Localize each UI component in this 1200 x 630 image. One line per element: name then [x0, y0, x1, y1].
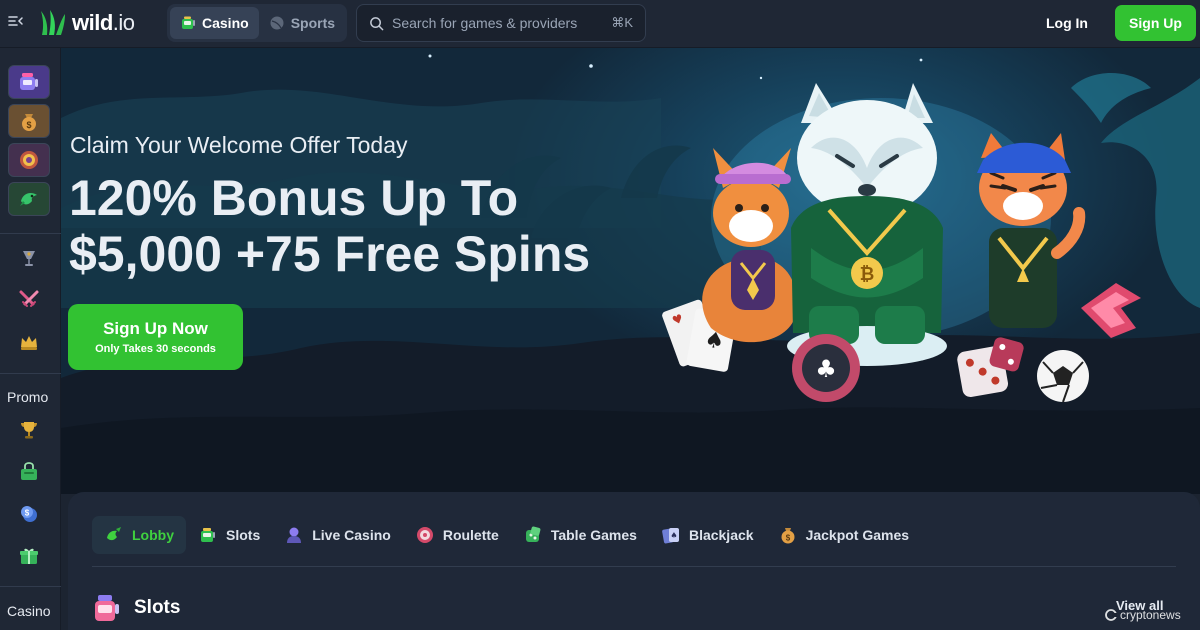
tab-jackpot-games[interactable]: $ Jackpot Games: [766, 516, 922, 554]
game-lobby-panel: Lobby Slots Live Casino Roulette Table G…: [68, 492, 1200, 630]
sidebar-item-tournaments[interactable]: [8, 241, 50, 275]
sidebar-item-slots[interactable]: [8, 65, 50, 99]
category-tabs: Lobby Slots Live Casino Roulette Table G…: [92, 516, 921, 554]
poker-chip-icon: ♣: [792, 334, 860, 402]
search-icon: [370, 16, 384, 30]
sidebar-item-battles[interactable]: [8, 283, 50, 317]
sidebar-divider: [0, 586, 61, 587]
sidebar-heading-promo: Promo: [7, 389, 49, 405]
svg-text:$: $: [25, 509, 30, 518]
hero-signup-button[interactable]: Sign Up Now Only Takes 30 seconds: [68, 304, 243, 370]
section-title: Slots: [134, 597, 181, 618]
search-input[interactable]: [392, 15, 604, 31]
slots-icon: [201, 528, 215, 542]
trophy-icon: [21, 422, 37, 439]
cryptonews-logo-icon: [1105, 609, 1117, 621]
sidebar-divider: [0, 373, 61, 374]
slot-machine-icon: [182, 16, 195, 29]
sidebar-item-promotions[interactable]: [8, 413, 50, 447]
slot-machine-icon: [95, 595, 119, 621]
table-games-icon: [525, 526, 541, 542]
search-shortcut-hint: ⌘K: [611, 15, 633, 30]
hero-title: 120% Bonus Up To $5,000 +75 Free Spins: [69, 170, 689, 282]
tab-blackjack[interactable]: ♠ Blackjack: [649, 516, 766, 554]
sidebar-item-rewards[interactable]: [8, 539, 50, 573]
jackpot-icon: $: [781, 528, 795, 544]
money-bag-icon: $: [22, 114, 36, 131]
sidebar-toggle-icon[interactable]: [8, 14, 26, 32]
crown-icon: [21, 336, 37, 350]
sidebar-item-jackpot[interactable]: $: [8, 104, 50, 138]
sidebar: $ Promo $ Casino: [0, 48, 61, 630]
slot-machine-icon: [20, 73, 38, 90]
soccer-ball-icon: [1037, 350, 1089, 403]
sidebar-item-rakeback[interactable]: $: [8, 497, 50, 531]
tab-casino[interactable]: Casino: [170, 7, 259, 39]
sidebar-item-live[interactable]: [8, 182, 50, 216]
ball-icon: [270, 16, 284, 30]
sidebar-item-shop[interactable]: [8, 455, 50, 489]
top-header: wild.io Casino Sports ⌘K Log In: [0, 0, 1200, 48]
brand-wordmark: wild.io: [72, 10, 135, 35]
hero-cta-label: Sign Up Now: [103, 319, 208, 338]
svg-text:₿: ₿: [860, 264, 875, 284]
watermark: cryptonews: [1105, 608, 1181, 622]
sidebar-item-vip[interactable]: [8, 325, 50, 359]
hero-banner: Claim Your Welcome Offer Today 120% Bonu…: [61, 48, 1200, 494]
hero-title-line-1: 120% Bonus Up To: [69, 170, 519, 226]
hero-cta-sublabel: Only Takes 30 seconds: [95, 343, 216, 355]
slots-section-header: Slots: [92, 590, 180, 626]
trophy-cup-icon: [23, 251, 35, 266]
dragon-icon: [20, 193, 37, 206]
sidebar-item-roulette[interactable]: [8, 143, 50, 177]
tab-roulette[interactable]: Roulette: [403, 516, 511, 554]
sidebar-heading-casino: Casino: [7, 603, 51, 619]
roulette-icon: [20, 151, 38, 169]
lobby-icon: [107, 527, 121, 541]
login-button[interactable]: Log In: [1028, 7, 1106, 39]
claw-logo-icon: [41, 10, 65, 35]
shopping-basket-icon: [21, 462, 37, 480]
svg-text:♠: ♠: [670, 531, 677, 540]
swords-icon: [19, 290, 39, 307]
signup-button[interactable]: Sign Up: [1115, 5, 1196, 41]
sidebar-divider: [0, 233, 61, 234]
tabs-divider: [92, 566, 1176, 567]
tab-lobby[interactable]: Lobby: [92, 516, 186, 554]
mascots-illustration: ♥ ♠ ₿ ♣: [662, 83, 1141, 403]
live-dealer-icon: [287, 527, 302, 543]
hero-subtitle: Claim Your Welcome Offer Today: [70, 132, 408, 158]
roulette-icon: [416, 527, 433, 543]
tab-slots[interactable]: Slots: [186, 516, 272, 554]
hero-title-line-2: $5,000 +75 Free Spins: [69, 226, 591, 282]
gift-icon: [20, 548, 38, 564]
svg-text:♣: ♣: [815, 355, 837, 383]
arrow-sign-icon: [1081, 283, 1141, 338]
search-box[interactable]: ⌘K: [356, 4, 646, 42]
svg-text:$: $: [26, 120, 31, 130]
tab-sports[interactable]: Sports: [259, 7, 345, 39]
husky-mascot: ₿: [787, 83, 947, 366]
tab-table-games[interactable]: Table Games: [511, 516, 649, 554]
blackjack-icon: ♠: [662, 528, 679, 544]
brand-logo[interactable]: wild.io: [38, 8, 135, 38]
product-switch: Casino Sports: [167, 4, 347, 42]
tab-live-casino[interactable]: Live Casino: [272, 516, 403, 554]
svg-text:$: $: [785, 534, 790, 543]
coin-icon: $: [21, 506, 37, 522]
